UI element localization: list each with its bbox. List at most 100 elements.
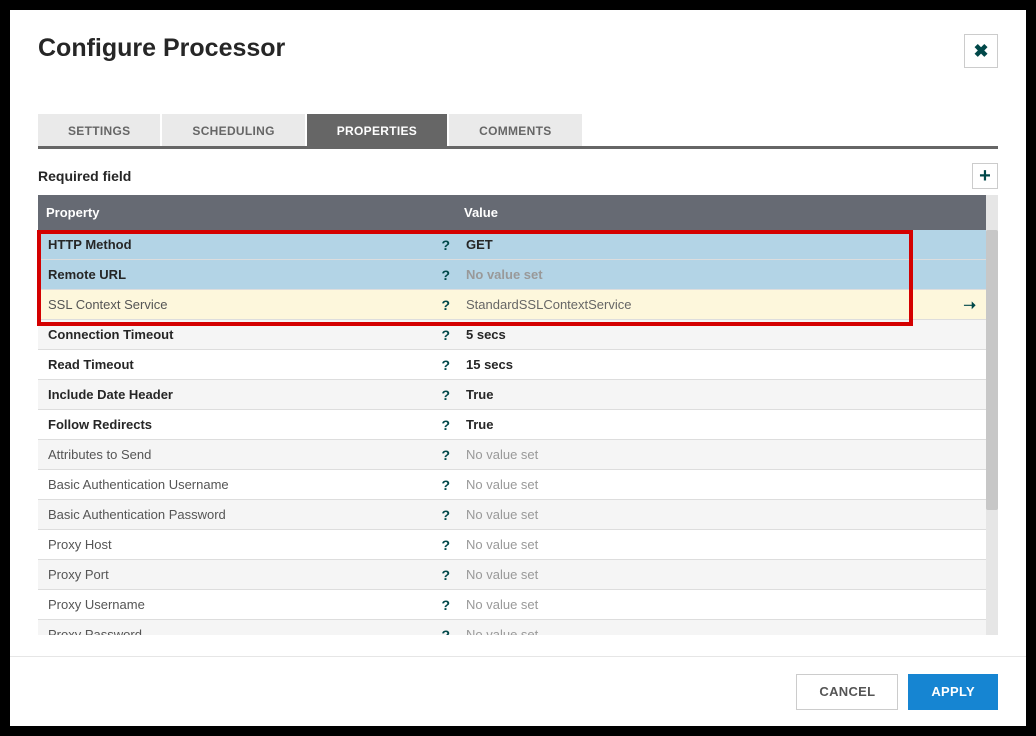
property-name-cell: Proxy Password? <box>38 627 456 636</box>
help-icon[interactable]: ? <box>441 507 450 523</box>
property-row[interactable]: SSL Context Service?StandardSSLContextSe… <box>38 290 986 320</box>
property-value: True <box>466 387 493 402</box>
column-header-value: Value <box>456 195 986 230</box>
property-row[interactable]: Read Timeout? 15 secs <box>38 350 986 380</box>
property-row[interactable]: Remote URL? No value set <box>38 260 986 290</box>
property-name: Read Timeout <box>48 357 134 372</box>
property-row[interactable]: HTTP Method? GET <box>38 230 986 260</box>
property-name: SSL Context Service <box>48 297 167 312</box>
property-value-cell[interactable]: True <box>456 387 986 402</box>
help-icon[interactable]: ? <box>441 327 450 343</box>
help-icon[interactable]: ? <box>441 297 450 313</box>
cancel-button[interactable]: CANCEL <box>796 674 898 710</box>
property-value-cell[interactable]: No value set <box>456 267 986 282</box>
property-value-cell[interactable]: GET <box>456 237 986 252</box>
tab-settings[interactable]: SETTINGS <box>38 114 160 146</box>
property-value-cell[interactable]: StandardSSLContextService ➝ <box>456 296 986 314</box>
property-value-cell[interactable]: 5 secs <box>456 327 986 342</box>
property-name-cell: Proxy Host? <box>38 537 456 553</box>
property-name: Basic Authentication Password <box>48 507 226 522</box>
property-value: No value set <box>466 537 538 552</box>
property-name: Include Date Header <box>48 387 173 402</box>
help-icon[interactable]: ? <box>441 477 450 493</box>
dialog-footer: CANCEL APPLY <box>10 656 1026 726</box>
property-value-cell[interactable]: 15 secs <box>456 357 986 372</box>
property-row[interactable]: Attributes to Send? No value set <box>38 440 986 470</box>
property-row[interactable]: Connection Timeout?5 secs <box>38 320 986 350</box>
property-name-cell: SSL Context Service? <box>38 297 456 313</box>
property-value-cell[interactable]: No value set <box>456 597 986 612</box>
help-icon[interactable]: ? <box>441 567 450 583</box>
property-value-cell[interactable]: No value set <box>456 507 986 522</box>
property-value: No value set <box>466 477 538 492</box>
property-row[interactable]: Proxy Port? No value set <box>38 560 986 590</box>
property-name: Connection Timeout <box>48 327 173 342</box>
tab-properties[interactable]: PROPERTIES <box>307 114 447 146</box>
property-name-cell: Connection Timeout? <box>38 327 456 343</box>
property-row[interactable]: Basic Authentication Password?No value s… <box>38 500 986 530</box>
property-name: Basic Authentication Username <box>48 477 229 492</box>
property-name-cell: Follow Redirects? <box>38 417 456 433</box>
property-value: No value set <box>466 627 538 635</box>
close-icon: ✖ <box>973 41 988 62</box>
column-header-property: Property <box>38 195 456 230</box>
property-value-cell[interactable]: No value set <box>456 447 986 462</box>
grid-header: Property Value <box>38 195 986 230</box>
goto-service-icon[interactable]: ➝ <box>963 296 976 314</box>
property-name-cell: Include Date Header? <box>38 387 456 403</box>
property-value-cell[interactable]: True <box>456 417 986 432</box>
property-name: Proxy Port <box>48 567 109 582</box>
property-value: True <box>466 417 493 432</box>
property-name-cell: Basic Authentication Password? <box>38 507 456 523</box>
help-icon[interactable]: ? <box>441 537 450 553</box>
property-row[interactable]: Include Date Header? True <box>38 380 986 410</box>
property-value: No value set <box>466 267 543 282</box>
dialog-title: Configure Processor <box>38 34 285 63</box>
property-row[interactable]: Follow Redirects? True <box>38 410 986 440</box>
property-name-cell: HTTP Method? <box>38 237 456 253</box>
tab-bar: SETTINGS SCHEDULING PROPERTIES COMMENTS <box>38 114 998 149</box>
property-name: Attributes to Send <box>48 447 151 462</box>
apply-button[interactable]: APPLY <box>908 674 998 710</box>
properties-grid: Property Value HTTP Method? GET Remote URL… <box>38 195 998 635</box>
property-value: No value set <box>466 447 538 462</box>
tab-scheduling[interactable]: SCHEDULING <box>162 114 304 146</box>
dialog-header: Configure Processor ✖ <box>10 10 1026 68</box>
help-icon[interactable]: ? <box>441 267 450 283</box>
help-icon[interactable]: ? <box>441 357 450 373</box>
property-name-cell: Basic Authentication Username? <box>38 477 456 493</box>
property-name: Follow Redirects <box>48 417 152 432</box>
property-name: Proxy Password <box>48 627 142 635</box>
property-value: StandardSSLContextService <box>466 297 631 312</box>
property-row[interactable]: Basic Authentication Username? No value s… <box>38 470 986 500</box>
plus-icon: + <box>979 166 991 186</box>
configure-processor-dialog: Configure Processor ✖ SETTINGS SCHEDULIN… <box>10 10 1026 726</box>
property-name: Proxy Host <box>48 537 112 552</box>
property-value: GET <box>466 237 493 252</box>
scrollbar-thumb[interactable] <box>986 230 998 510</box>
help-icon[interactable]: ? <box>441 597 450 613</box>
close-button[interactable]: ✖ <box>964 34 998 68</box>
property-name-cell: Attributes to Send? <box>38 447 456 463</box>
property-row[interactable]: Proxy Host? No value set <box>38 530 986 560</box>
property-value-cell[interactable]: No value set <box>456 477 986 492</box>
grid-body[interactable]: HTTP Method? GET Remote URL? No value set SS… <box>38 230 986 635</box>
property-value: No value set <box>466 567 538 582</box>
property-row[interactable]: Proxy Password? No value set <box>38 620 986 635</box>
property-value-cell[interactable]: No value set <box>456 537 986 552</box>
required-field-label: Required field <box>38 168 131 184</box>
property-name: HTTP Method <box>48 237 132 252</box>
property-value: No value set <box>466 597 538 612</box>
property-value-cell[interactable]: No value set <box>456 627 986 635</box>
property-name: Remote URL <box>48 267 126 282</box>
tab-comments[interactable]: COMMENTS <box>449 114 581 146</box>
property-value-cell[interactable]: No value set <box>456 567 986 582</box>
help-icon[interactable]: ? <box>441 387 450 403</box>
property-row[interactable]: Proxy Username? No value set <box>38 590 986 620</box>
help-icon[interactable]: ? <box>441 417 450 433</box>
help-icon[interactable]: ? <box>441 447 450 463</box>
help-icon[interactable]: ? <box>441 627 450 636</box>
property-name-cell: Proxy Username? <box>38 597 456 613</box>
help-icon[interactable]: ? <box>441 237 450 253</box>
add-property-button[interactable]: + <box>972 163 998 189</box>
